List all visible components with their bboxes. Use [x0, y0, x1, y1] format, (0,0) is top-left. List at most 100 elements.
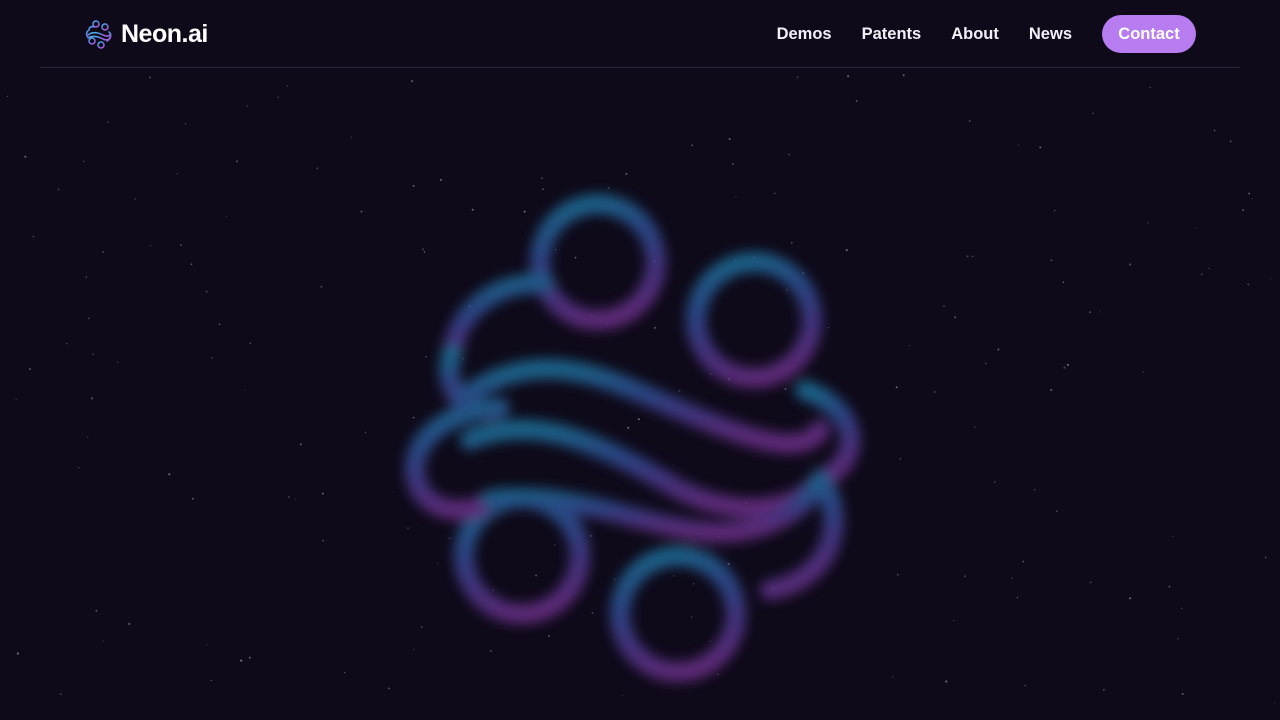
star-dot: [211, 357, 213, 359]
star-dot: [286, 85, 289, 87]
hero-logo-graphic: [404, 194, 861, 682]
nav-link-news[interactable]: News: [1029, 25, 1072, 44]
star-dot: [1024, 684, 1026, 687]
star-dot: [1055, 510, 1058, 513]
star-dot: [87, 436, 89, 438]
star-dot: [294, 499, 297, 501]
star-dot: [1033, 488, 1036, 491]
star-dot: [184, 122, 187, 125]
star-dot: [1053, 209, 1056, 212]
star-dot: [240, 659, 243, 662]
star-dot: [205, 290, 208, 293]
star-dot: [210, 679, 212, 682]
star-dot: [288, 496, 290, 498]
star-dot: [226, 216, 228, 218]
star-dot: [902, 74, 905, 77]
nav-link-demos[interactable]: Demos: [777, 25, 832, 44]
star-dot: [190, 263, 193, 265]
star-dot: [83, 160, 85, 162]
star-dot: [59, 693, 62, 695]
star-dot: [1264, 556, 1267, 559]
star-dot: [1251, 198, 1253, 200]
star-dot: [934, 391, 936, 393]
star-dot: [90, 397, 93, 400]
star-dot: [191, 497, 194, 500]
star-dot: [971, 255, 974, 257]
star-dot: [1274, 702, 1276, 704]
star-dot: [180, 244, 182, 246]
star-dot: [168, 473, 171, 476]
star-dot: [1168, 585, 1171, 588]
star-dot: [117, 361, 119, 363]
star-dot: [1208, 267, 1210, 270]
star-dot: [945, 680, 948, 683]
star-dot: [128, 622, 131, 625]
star-dot: [92, 353, 94, 355]
star-dot: [1248, 192, 1251, 195]
star-dot: [984, 362, 987, 365]
star-dot: [1039, 146, 1042, 149]
star-dot: [249, 342, 251, 344]
star-dot: [964, 575, 966, 578]
star-dot: [1149, 87, 1151, 89]
contact-button[interactable]: Contact: [1102, 15, 1196, 53]
star-dot: [316, 167, 319, 170]
star-dot: [1147, 222, 1149, 224]
brand-logo-link[interactable]: Neon.ai: [85, 17, 208, 51]
star-dot: [350, 136, 352, 138]
star-dot: [1269, 278, 1272, 280]
star-dot: [236, 160, 238, 163]
star-dot: [728, 138, 731, 140]
star-dot: [943, 305, 945, 307]
star-dot: [974, 426, 976, 428]
star-dot: [244, 389, 247, 391]
nav-link-about[interactable]: About: [951, 25, 999, 44]
star-dot: [954, 316, 957, 319]
star-dot: [1089, 581, 1092, 584]
star-dot: [1017, 144, 1020, 146]
star-dot: [855, 100, 858, 102]
star-dot: [1172, 536, 1174, 538]
star-dot: [15, 399, 17, 401]
star-dot: [1063, 366, 1066, 369]
star-dot: [107, 121, 110, 124]
star-dot: [206, 644, 208, 646]
star-dot: [1195, 226, 1198, 229]
star-dot: [85, 276, 88, 278]
star-dot: [1129, 263, 1132, 266]
star-dot: [218, 323, 221, 326]
star-dot: [1103, 688, 1105, 691]
star-dot: [32, 235, 35, 238]
star-dot: [1180, 607, 1183, 610]
star-dot: [1022, 560, 1025, 563]
star-dot: [150, 245, 152, 247]
star-dot: [1242, 209, 1244, 212]
star-dot: [95, 609, 98, 612]
star-dot: [320, 285, 323, 288]
star-dot: [6, 95, 9, 98]
star-dot: [1099, 311, 1101, 313]
star-dot: [1016, 596, 1019, 599]
brand-name: Neon.ai: [121, 19, 208, 48]
star-dot: [246, 105, 248, 107]
star-dot: [88, 317, 90, 319]
star-dot: [66, 342, 68, 345]
star-dot: [322, 539, 324, 542]
star-dot: [788, 153, 790, 156]
star-dot: [1092, 112, 1094, 115]
star-dot: [24, 155, 27, 158]
star-dot: [134, 198, 137, 200]
neon-swirl-logo-icon: [85, 20, 112, 49]
star-dot: [796, 76, 799, 79]
star-dot: [953, 620, 955, 622]
nav-link-patents[interactable]: Patents: [862, 25, 922, 44]
star-dot: [997, 348, 1000, 351]
star-dot: [16, 652, 19, 655]
star-dot: [1247, 283, 1250, 286]
star-dot: [966, 255, 969, 258]
page: Neon.ai Demos Patents About News Contact: [0, 0, 1280, 720]
star-dot: [968, 120, 971, 123]
star-dot: [1201, 273, 1203, 275]
star-dot: [691, 144, 693, 146]
star-dot: [994, 481, 996, 483]
